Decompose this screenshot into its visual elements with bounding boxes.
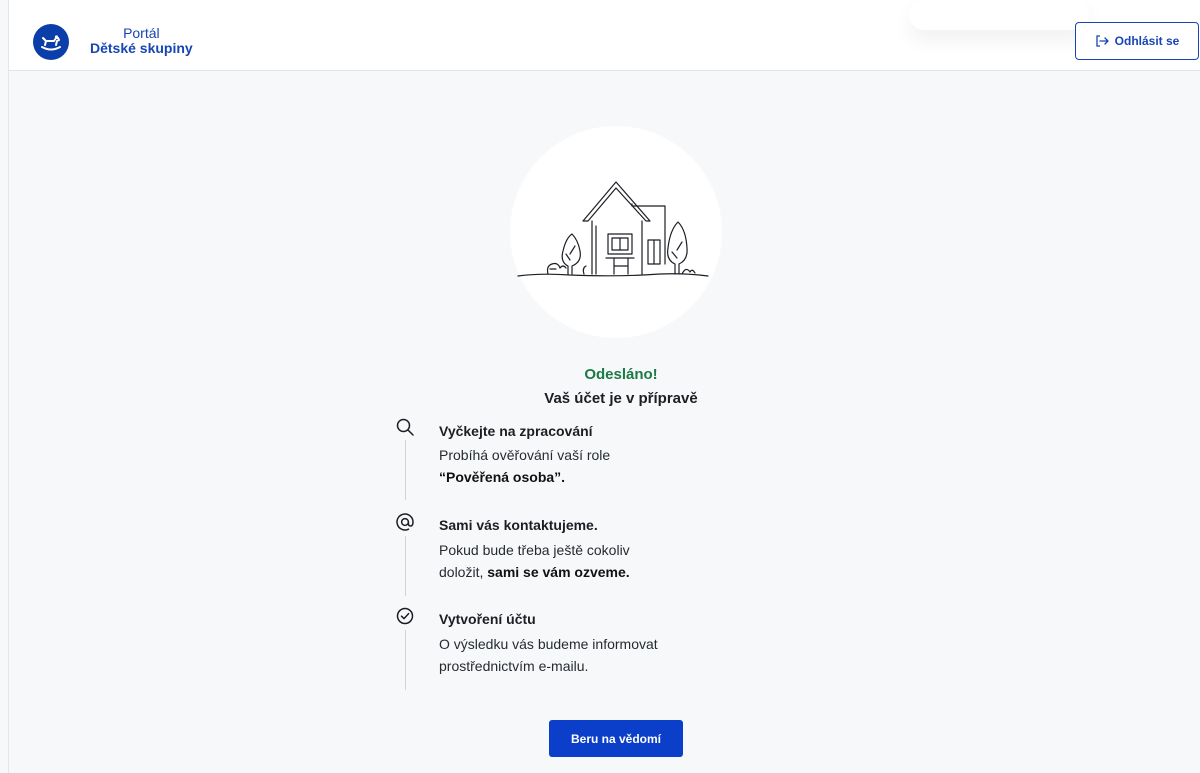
step-description: Probíhá ověřování vaší role “Pověřená os…: [439, 444, 739, 488]
confirm-button[interactable]: Beru na vědomí: [549, 720, 683, 757]
header-decoration: [909, 0, 1089, 30]
page: Portál Dětské skupiny Odhlásit se Odeslá…: [8, 0, 1200, 773]
step-description: Pokud bude třeba ještě cokoliv doložit, …: [439, 539, 739, 583]
step-description: O výsledku vás budeme informovat prostře…: [439, 633, 739, 677]
logout-icon: [1096, 35, 1109, 47]
brand-portal-label: Portál: [123, 25, 160, 41]
logout-button[interactable]: Odhlásit se: [1075, 22, 1199, 60]
house-line-drawing: [517, 181, 709, 277]
step-text-line: O výsledku vás budeme informovat: [439, 636, 658, 652]
status-title: Odesláno!: [584, 366, 658, 383]
header: Portál Dětské skupiny Odhlásit se: [9, 0, 1200, 71]
step-title: Sami vás kontaktujeme.: [439, 517, 598, 533]
step-text-line: Pokud bude třeba ještě cokoliv: [439, 542, 630, 558]
step-text-bold: sami se vám ozveme.: [487, 564, 630, 580]
search-icon: [396, 418, 414, 436]
step-title: Vytvoření účtu: [439, 611, 536, 627]
step-text-line: Probíhá ověřování vaší role: [439, 447, 611, 463]
brand-name: Dětské skupiny: [90, 40, 193, 56]
page-subtitle: Vaš účet je v přípravě: [544, 390, 698, 407]
step-text-line: doložit,: [439, 564, 488, 580]
step-title: Vyčkejte na zpracování: [439, 423, 593, 439]
logo[interactable]: [33, 24, 69, 60]
step-connector: [405, 630, 406, 690]
step-connector: [405, 440, 406, 500]
step-connector: [405, 536, 406, 596]
step-text-bold: “Pověřená osoba”.: [439, 469, 566, 485]
step-text-line: prostřednictvím e-mailu.: [439, 658, 589, 674]
brand[interactable]: Portál Dětské skupiny: [90, 26, 193, 56]
at-sign-icon: [396, 513, 414, 531]
house-illustration: [510, 126, 722, 338]
check-circle-icon: [396, 607, 414, 625]
logout-label: Odhlásit se: [1114, 34, 1180, 48]
rocking-horse-icon: [41, 35, 61, 51]
